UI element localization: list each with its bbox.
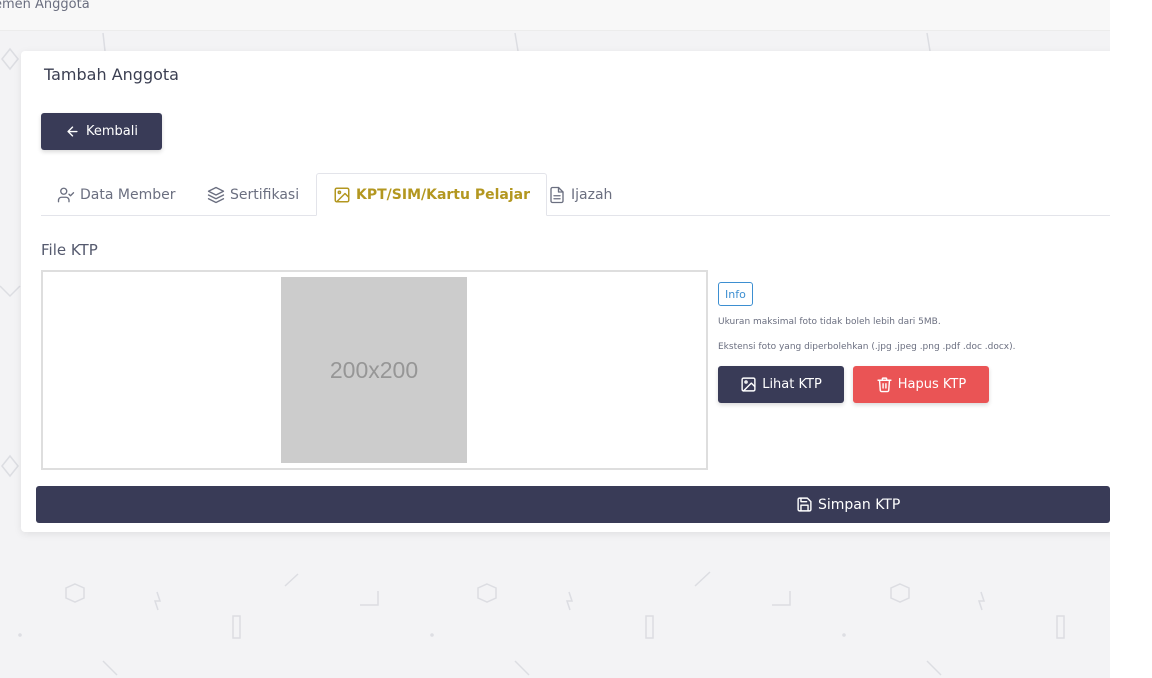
back-button[interactable]: Kembali xyxy=(41,113,162,150)
layers-icon xyxy=(207,186,225,204)
tab-sertifikasi[interactable]: Sertifikasi xyxy=(207,174,299,216)
user-check-icon xyxy=(57,187,75,203)
save-ktp-content: Simpan KTP xyxy=(796,486,900,523)
view-ktp-button[interactable]: Lihat KTP xyxy=(718,366,844,403)
arrow-left-icon xyxy=(67,126,78,137)
view-ktp-label: Lihat KTP xyxy=(762,377,822,392)
tab-label: Ijazah xyxy=(571,187,613,203)
ktp-preview: 200x200 xyxy=(41,270,708,470)
info-badge: Info xyxy=(718,282,753,306)
delete-ktp-label: Hapus KTP xyxy=(897,377,967,392)
tab-bar: Data Member Sertifikasi KPT/SIM/Kartu Pe… xyxy=(41,173,1110,216)
tab-label: KPT/SIM/Kartu Pelajar xyxy=(356,186,530,203)
save-icon xyxy=(797,497,812,512)
trash-icon xyxy=(877,377,892,393)
top-bar: emen Anggota xyxy=(0,0,1110,31)
back-button-label: Kembali xyxy=(86,124,138,139)
card-title: Tambah Anggota xyxy=(44,65,179,84)
placeholder-text: 200x200 xyxy=(329,356,419,383)
image-icon xyxy=(334,187,350,202)
tab-label: Data Member xyxy=(80,187,176,203)
add-member-card: Tambah Anggota Kembali Data Member Serti… xyxy=(21,51,1110,532)
tab-data-member[interactable]: Data Member xyxy=(57,174,175,216)
breadcrumb[interactable]: emen Anggota xyxy=(0,0,90,12)
help-text-size: Ukuran maksimal foto tidak boleh lebih d… xyxy=(718,317,941,327)
tab-ijazah[interactable]: Ijazah xyxy=(548,174,612,216)
image-icon xyxy=(741,377,756,392)
tab-kpt-sim-kartu-pelajar[interactable]: KPT/SIM/Kartu Pelajar xyxy=(316,173,547,216)
page-viewport: emen Anggota Tambah Anggota Kembali Data… xyxy=(0,0,1110,678)
tab-label: Sertifikasi xyxy=(230,187,300,203)
save-ktp-button[interactable]: Simpan KTP xyxy=(36,486,1110,523)
placeholder-image: 200x200 xyxy=(281,277,467,463)
delete-ktp-button[interactable]: Hapus KTP xyxy=(853,366,989,403)
right-gutter xyxy=(1110,0,1152,678)
file-text-icon xyxy=(550,186,564,204)
save-ktp-label: Simpan KTP xyxy=(818,496,901,513)
file-ktp-label: File KTP xyxy=(41,241,98,259)
help-text-extension: Ekstensi foto yang diperbolehkan (.jpg .… xyxy=(718,342,1016,352)
